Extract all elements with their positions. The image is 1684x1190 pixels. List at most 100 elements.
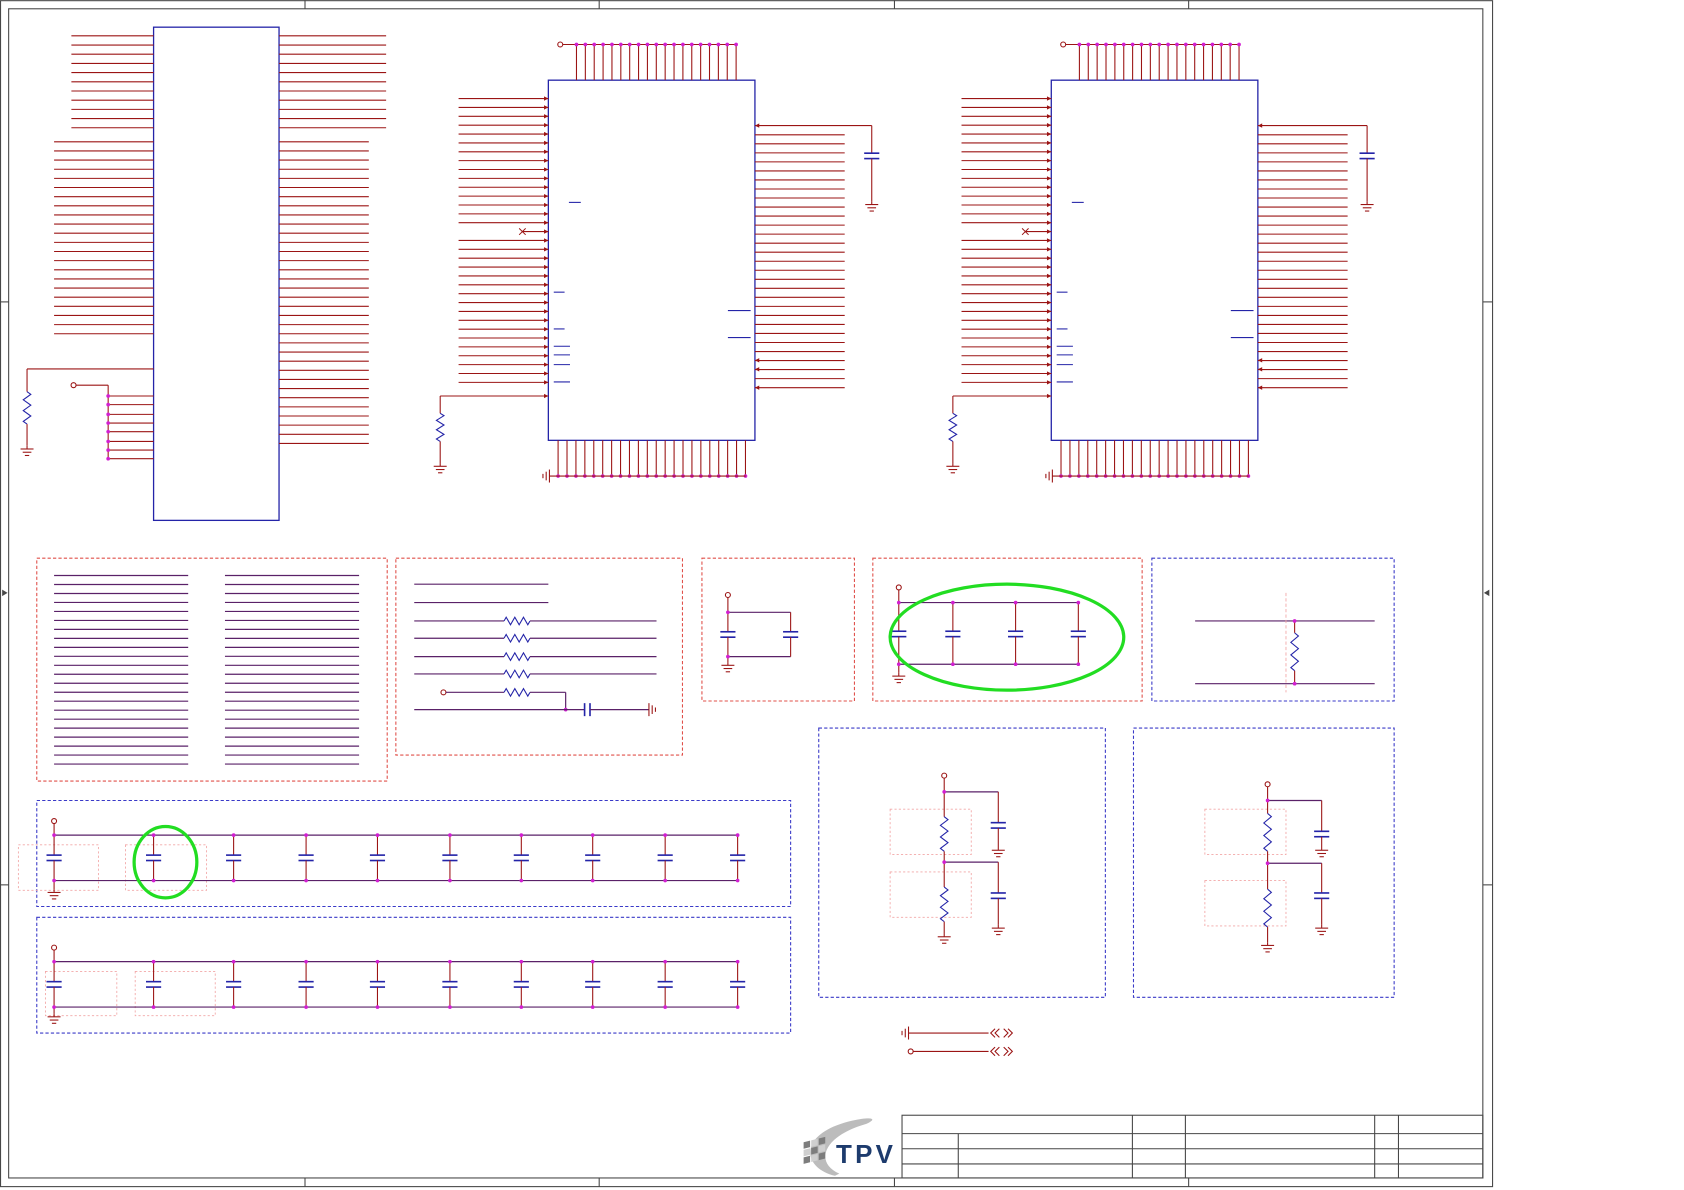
junction-dot	[1201, 42, 1206, 47]
power-terminal	[895, 584, 902, 591]
junction-dot	[627, 42, 632, 47]
capacitor-bank-a	[17, 799, 792, 908]
junction-dot	[583, 42, 588, 47]
junction-dot	[663, 959, 668, 964]
junction-dot	[1237, 42, 1241, 47]
ground-symbol	[1360, 201, 1374, 212]
junction-dot	[654, 42, 659, 47]
group-border	[872, 557, 1143, 702]
pin-arrow	[1046, 167, 1052, 172]
resistor-symbol	[939, 886, 949, 923]
junction-dot	[1157, 42, 1162, 47]
junction-dot	[1183, 42, 1188, 47]
pin-arrow	[1046, 123, 1052, 128]
capacitor-symbol	[730, 980, 746, 988]
junction-dot	[1219, 42, 1224, 47]
capacitor-symbol	[990, 821, 1006, 829]
ground-symbol	[1315, 924, 1329, 936]
series-resistor-group	[395, 557, 684, 756]
capacitor-symbol	[298, 980, 314, 988]
junction-dot	[735, 878, 740, 883]
pin-arrow	[1046, 371, 1052, 376]
junction-dot	[681, 42, 685, 47]
junction-dot	[519, 878, 524, 883]
pin-arrow	[1046, 140, 1052, 146]
resistor-symbol	[948, 412, 958, 442]
ground-symbol	[946, 463, 960, 474]
junction-dot	[735, 833, 740, 837]
capacitor-symbol	[990, 892, 1006, 900]
pin-arrow	[1046, 273, 1052, 279]
capacitor-symbol	[657, 980, 673, 988]
capacitor-symbol	[1359, 152, 1375, 160]
ground-symbol	[648, 703, 656, 717]
tpv-logo: TPV	[803, 1118, 893, 1176]
junction-dot	[942, 860, 947, 864]
junction-dot	[1013, 662, 1018, 667]
resistor-symbol	[435, 412, 446, 442]
capacitor-symbol	[1314, 830, 1330, 838]
junction-dot	[375, 833, 380, 837]
junction-dot	[1265, 861, 1270, 866]
pin-arrow	[1046, 220, 1052, 225]
power-terminal	[724, 591, 731, 599]
junction-dot	[304, 833, 308, 837]
pin-arrow	[1046, 264, 1052, 270]
capacitor-symbol	[146, 854, 162, 862]
ic-body	[152, 26, 280, 522]
capacitor-symbol	[369, 854, 386, 862]
junction-dot	[592, 42, 597, 47]
junction-dot	[1086, 42, 1091, 47]
resistor-symbol	[503, 633, 531, 644]
junction-dot	[106, 394, 110, 398]
placement-outline	[1204, 808, 1287, 856]
ic-u3	[946, 41, 1375, 483]
power-terminal	[51, 818, 58, 825]
placement-outline	[889, 808, 972, 856]
junction-dot	[663, 42, 668, 47]
junction-dot	[672, 42, 676, 47]
junction-dot	[698, 42, 703, 47]
junction-dot	[689, 42, 694, 47]
group-border	[36, 916, 792, 1034]
ground-symbol	[1045, 469, 1053, 483]
junction-dot	[590, 1005, 595, 1009]
pin-arrow	[1046, 211, 1052, 217]
resistor-symbol	[503, 669, 531, 679]
junction-dot	[106, 439, 110, 444]
junction-dot	[151, 833, 156, 837]
divider-group-a	[818, 727, 1106, 998]
junction-dot	[448, 833, 452, 837]
ground-symbol	[892, 672, 906, 684]
ground-symbol	[47, 1013, 61, 1024]
junction-dot	[448, 959, 452, 964]
title-block	[901, 1114, 1484, 1179]
power-terminal	[1264, 781, 1271, 788]
junction-dot	[590, 959, 595, 964]
power-terminal	[907, 1048, 914, 1055]
power-terminal	[440, 689, 447, 696]
ic-body	[547, 79, 756, 441]
junction-dot	[636, 42, 641, 47]
junction-dot	[106, 412, 110, 417]
ground-symbol	[991, 924, 1005, 936]
junction-dot	[106, 448, 110, 452]
placement-outline	[1204, 880, 1287, 927]
junction-dot	[1265, 798, 1270, 803]
junction-dot	[1210, 42, 1215, 47]
capacitor-symbol	[585, 854, 601, 862]
junction-dot	[574, 42, 579, 47]
capacitor-symbol	[513, 980, 529, 988]
junction-dot	[231, 959, 236, 964]
group-border	[1132, 727, 1395, 998]
pin-arrow	[1046, 256, 1052, 261]
capacitor-symbol	[46, 854, 62, 862]
capacitor-symbol	[730, 854, 746, 862]
capacitor-symbol	[864, 152, 880, 160]
logo-cube-tile	[803, 1148, 811, 1157]
junction-dot	[610, 42, 614, 47]
power-terminal	[51, 944, 58, 951]
junction-dot	[601, 42, 605, 47]
title-block-border	[901, 1114, 1484, 1179]
group-border	[36, 557, 388, 782]
